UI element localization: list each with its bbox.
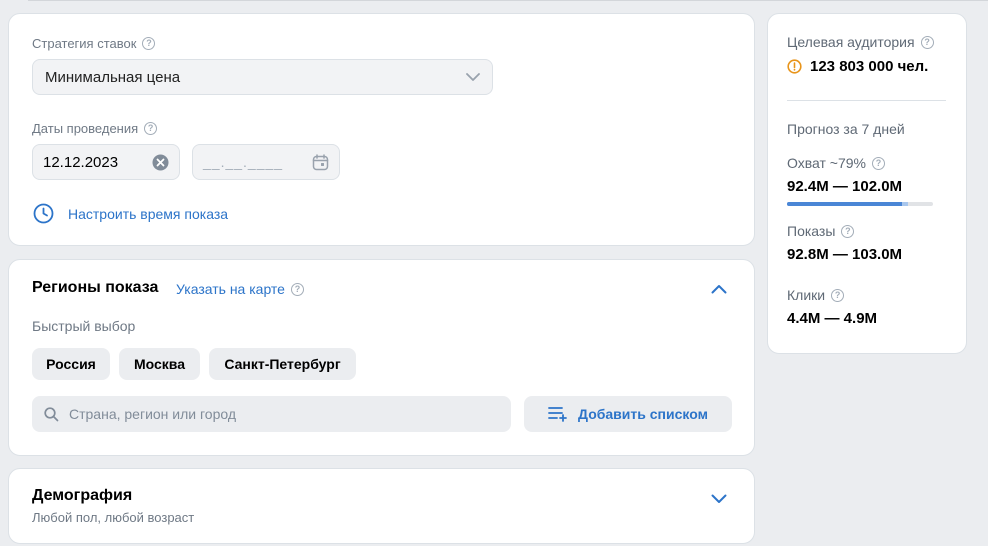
- demography-card[interactable]: Демография Любой пол, любой возраст: [8, 468, 755, 544]
- impressions-label: Показы ?: [787, 223, 855, 239]
- warning-icon: [787, 59, 802, 74]
- clicks-value: 4.4M — 4.9M: [787, 310, 878, 327]
- configure-time-link[interactable]: Настроить время показа: [33, 203, 228, 224]
- regions-title: Регионы показа: [32, 279, 159, 296]
- audience-card: Целевая аудитория ? 123 803 000 чел. Про…: [767, 13, 967, 354]
- audience-label: Целевая аудитория ?: [787, 34, 934, 50]
- add-list-button[interactable]: Добавить списком: [524, 396, 732, 432]
- chip-moscow[interactable]: Москва: [119, 348, 200, 380]
- help-icon[interactable]: ?: [290, 282, 304, 296]
- clicks-label: Клики ?: [787, 287, 845, 303]
- help-icon[interactable]: ?: [144, 122, 158, 135]
- region-search-input[interactable]: Страна, регион или город: [32, 396, 511, 432]
- reach-label: Охват ~79% ?: [787, 155, 885, 171]
- reach-value: 92.4M — 102.0M: [787, 178, 903, 195]
- list-add-icon: [548, 407, 567, 422]
- search-icon: [44, 406, 59, 421]
- help-icon[interactable]: ?: [142, 37, 156, 50]
- date-start-field[interactable]: 12.12.2023: [32, 144, 180, 180]
- forecast-title: Прогноз за 7 дней: [787, 121, 905, 137]
- chip-russia[interactable]: Россия: [32, 348, 110, 380]
- help-icon[interactable]: ?: [841, 224, 855, 238]
- map-link[interactable]: Указать на карте ?: [176, 281, 304, 297]
- regions-card: Регионы показа Указать на карте ? Быстры…: [8, 259, 755, 456]
- chip-saint-petersburg[interactable]: Санкт-Петербург: [209, 348, 356, 380]
- strategy-label: Стратегия ставок ?: [32, 36, 156, 51]
- chevron-down-icon[interactable]: [711, 494, 727, 504]
- clock-icon: [33, 203, 54, 224]
- chevron-up-icon[interactable]: [711, 284, 727, 294]
- help-icon[interactable]: ?: [831, 288, 845, 302]
- date-end-field[interactable]: __.__.____: [192, 144, 340, 180]
- demography-title: Демография: [32, 487, 133, 504]
- reach-progress-bar: [787, 202, 933, 206]
- audience-value: 123 803 000 чел.: [787, 58, 928, 75]
- divider: [787, 100, 946, 101]
- reach-progress-fill: [787, 202, 903, 206]
- quick-select-label: Быстрый выбор: [32, 318, 136, 334]
- help-icon[interactable]: ?: [920, 35, 934, 49]
- impressions-value: 92.8M — 103.0M: [787, 246, 903, 263]
- bidding-card: Стратегия ставок ? Минимальная цена Даты…: [8, 13, 755, 246]
- dates-label: Даты проведения ?: [32, 121, 158, 136]
- strategy-select[interactable]: Минимальная цена: [32, 59, 493, 95]
- clear-icon[interactable]: [152, 154, 169, 171]
- calendar-icon[interactable]: [312, 153, 329, 171]
- help-icon[interactable]: ?: [872, 156, 885, 170]
- chevron-down-icon: [466, 72, 480, 81]
- demography-subtitle: Любой пол, любой возраст: [32, 510, 195, 525]
- top-divider: [28, 0, 988, 1]
